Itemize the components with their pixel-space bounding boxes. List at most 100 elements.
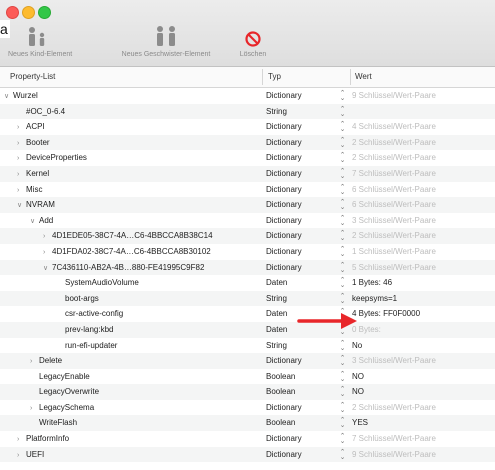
- disclosure-collapsed-icon[interactable]: ›: [43, 249, 52, 256]
- outline-row[interactable]: › PlatformInfo Dictionary ⌃ ⌄ 7 Schlüssel/Wer…: [0, 431, 495, 447]
- row-type[interactable]: Boolean: [266, 387, 336, 396]
- outline-row[interactable]: ∨ NVRAM Dictionary ⌃ ⌄ 6 Schlüssel/Wert-Paare: [0, 197, 495, 213]
- row-value[interactable]: No: [352, 341, 492, 350]
- row-type[interactable]: Boolean: [266, 372, 336, 381]
- row-key[interactable]: › UEFI: [0, 450, 279, 459]
- row-value[interactable]: YES: [352, 418, 492, 427]
- disclosure-expanded-icon[interactable]: ∨: [30, 217, 39, 225]
- column-header-type[interactable]: Typ: [268, 72, 281, 81]
- row-key[interactable]: ∨ 7C436110-AB2A-4B…880-FE41995C9F82: [0, 263, 305, 272]
- row-key[interactable]: › 4D1FDA02-38C7-4A…C6-4BBCCA8B30102: [0, 247, 305, 256]
- row-type[interactable]: Boolean: [266, 418, 336, 427]
- type-stepper-icon[interactable]: ⌃⌄: [339, 417, 346, 429]
- row-value[interactable]: 3 Schlüssel/Wert-Paare: [352, 356, 492, 365]
- type-stepper-icon[interactable]: ⌃⌄: [339, 402, 346, 414]
- outline-row[interactable]: › UEFI Dictionary ⌃ ⌄ 9 Schlüssel/Wert-Paare: [0, 446, 495, 463]
- row-key[interactable]: ∨ Add: [0, 216, 292, 225]
- disclosure-collapsed-icon[interactable]: ›: [17, 140, 26, 147]
- zoom-window-button[interactable]: [38, 6, 51, 19]
- type-stepper-icon[interactable]: ⌃⌄: [339, 246, 346, 258]
- row-type[interactable]: String: [266, 294, 336, 303]
- column-header-key[interactable]: Property-List: [10, 72, 55, 81]
- outline-row[interactable]: LegacyEnable Boolean ⌃ ⌄ NO: [0, 369, 495, 385]
- row-key[interactable]: LegacyOverwrite: [0, 387, 292, 396]
- row-type[interactable]: String: [266, 341, 336, 350]
- row-value[interactable]: NO: [352, 387, 492, 396]
- row-key[interactable]: › Misc: [0, 185, 279, 194]
- column-divider[interactable]: [262, 69, 263, 85]
- outline-row[interactable]: ∨ Add Dictionary ⌃ ⌄ 3 Schlüssel/Wert-Paare: [0, 213, 495, 229]
- row-key[interactable]: #OC_0-6.4: [0, 107, 279, 116]
- outline-row[interactable]: ∨ 7C436110-AB2A-4B…880-FE41995C9F82 Dictio…: [0, 259, 495, 276]
- type-stepper-icon[interactable]: ⌃⌄: [339, 152, 346, 164]
- row-key[interactable]: › 4D1EDE05-38C7-4A…C6-4BBCCA8B38C14: [0, 231, 305, 240]
- type-stepper-icon[interactable]: ⌃⌄: [339, 168, 346, 180]
- row-type[interactable]: Dictionary: [266, 138, 336, 147]
- outline-row[interactable]: prev-lang:kbdDaten⌃⌄0 Bytes:: [0, 321, 495, 338]
- outline-row[interactable]: SystemAudioVolume Daten ⌃ ⌄ 1 Bytes: 46: [0, 275, 495, 291]
- row-type[interactable]: Dictionary: [266, 153, 336, 162]
- column-divider[interactable]: [350, 69, 351, 85]
- outline-row[interactable]: run-efi-updater String ⌃ ⌄ No: [0, 338, 495, 354]
- row-key[interactable]: › Booter: [0, 138, 279, 147]
- outline-row[interactable]: ∨ Wurzel Dictionary ⌃ ⌄ 9 Schlüssel/Wert-Paar…: [0, 88, 495, 104]
- row-type[interactable]: Dictionary: [266, 231, 336, 240]
- row-value[interactable]: 0 Bytes:: [352, 325, 492, 334]
- type-stepper-icon[interactable]: ⌃⌄: [339, 184, 346, 196]
- type-stepper-icon[interactable]: ⌃⌄: [339, 230, 346, 242]
- row-key[interactable]: › LegacySchema: [0, 403, 292, 412]
- outline-row[interactable]: › Booter Dictionary ⌃ ⌄ 2 Schlüssel/Wert-Paar…: [0, 134, 495, 151]
- outline-row[interactable]: › Kernel Dictionary ⌃ ⌄ 7 Schlüssel/Wert-Paar…: [0, 165, 495, 182]
- disclosure-collapsed-icon[interactable]: ›: [30, 358, 39, 365]
- row-value[interactable]: 7 Schlüssel/Wert-Paare: [352, 169, 492, 178]
- disclosure-collapsed-icon[interactable]: ›: [43, 233, 52, 240]
- row-value[interactable]: 4 Schlüssel/Wert-Paare: [352, 122, 492, 131]
- outline-row[interactable]: › DeviceProperties Dictionary ⌃ ⌄ 2 Schlüssel…: [0, 150, 495, 166]
- disclosure-collapsed-icon[interactable]: ›: [17, 171, 26, 178]
- type-stepper-icon[interactable]: ⌃⌄: [339, 137, 346, 149]
- type-stepper-icon[interactable]: ⌃⌄: [339, 293, 346, 305]
- outline-row[interactable]: WriteFlash Boolean ⌃ ⌄ YES: [0, 415, 495, 432]
- row-value[interactable]: 6 Schlüssel/Wert-Paare: [352, 185, 492, 194]
- row-value[interactable]: 9 Schlüssel/Wert-Paare: [352, 91, 492, 100]
- type-stepper-icon[interactable]: ⌃⌄: [339, 386, 346, 398]
- row-value[interactable]: 2 Schlüssel/Wert-Paare: [352, 403, 492, 412]
- type-stepper-icon[interactable]: ⌃⌄: [339, 277, 346, 289]
- type-stepper-icon[interactable]: ⌃⌄: [339, 340, 346, 352]
- type-stepper-icon[interactable]: ⌃⌄: [339, 355, 346, 367]
- outline-row[interactable]: › Delete Dictionary ⌃ ⌄ 3 Schlüssel/Wert-Paar…: [0, 353, 495, 369]
- row-type[interactable]: Dictionary: [266, 91, 336, 100]
- outline-row[interactable]: › LegacySchema Dictionary ⌃ ⌄ 2 Schlüssel/Wer…: [0, 400, 495, 416]
- row-key[interactable]: ∨ NVRAM: [0, 200, 279, 209]
- row-key[interactable]: › DeviceProperties: [0, 153, 279, 162]
- outline-row[interactable]: › 4D1FDA02-38C7-4A…C6-4BBCCA8B30102 Dictio…: [0, 244, 495, 260]
- delete-button[interactable]: Löschen: [232, 22, 274, 58]
- type-stepper-icon[interactable]: ⌃⌄: [339, 262, 346, 274]
- row-value[interactable]: 5 Schlüssel/Wert-Paare: [352, 263, 492, 272]
- row-type[interactable]: Dictionary: [266, 185, 336, 194]
- row-value[interactable]: 6 Schlüssel/Wert-Paare: [352, 200, 492, 209]
- row-value[interactable]: 9 Schlüssel/Wert-Paare: [352, 450, 492, 459]
- row-key[interactable]: LegacyEnable: [0, 372, 292, 381]
- row-type[interactable]: String: [266, 107, 336, 116]
- row-value[interactable]: 1 Schlüssel/Wert-Paare: [352, 247, 492, 256]
- type-stepper-icon[interactable]: ⌃⌄: [339, 371, 346, 383]
- row-key[interactable]: › PlatformInfo: [0, 434, 279, 443]
- outline-row[interactable]: › Misc Dictionary ⌃ ⌄ 6 Schlüssel/Wert-Paare: [0, 182, 495, 198]
- type-stepper-icon[interactable]: ⌃⌄: [339, 215, 346, 227]
- disclosure-collapsed-icon[interactable]: ›: [17, 155, 26, 162]
- row-key[interactable]: › Kernel: [0, 169, 279, 178]
- row-type[interactable]: Dictionary: [266, 434, 336, 443]
- row-value[interactable]: 7 Schlüssel/Wert-Paare: [352, 434, 492, 443]
- close-window-button[interactable]: [6, 6, 19, 19]
- row-key[interactable]: ∨ Wurzel: [0, 91, 266, 100]
- row-type[interactable]: Dictionary: [266, 403, 336, 412]
- type-stepper-icon[interactable]: ⌃⌄: [339, 106, 346, 118]
- disclosure-expanded-icon[interactable]: ∨: [4, 92, 13, 100]
- outline-row[interactable]: #OC_0-6.4 String ⌃ ⌄: [0, 103, 495, 120]
- row-value[interactable]: 2 Schlüssel/Wert-Paare: [352, 138, 492, 147]
- row-value[interactable]: keepsyms=1: [352, 294, 492, 303]
- row-value[interactable]: 3 Schlüssel/Wert-Paare: [352, 216, 492, 225]
- row-type[interactable]: Dictionary: [266, 122, 336, 131]
- type-stepper-icon[interactable]: ⌃⌄: [339, 449, 346, 461]
